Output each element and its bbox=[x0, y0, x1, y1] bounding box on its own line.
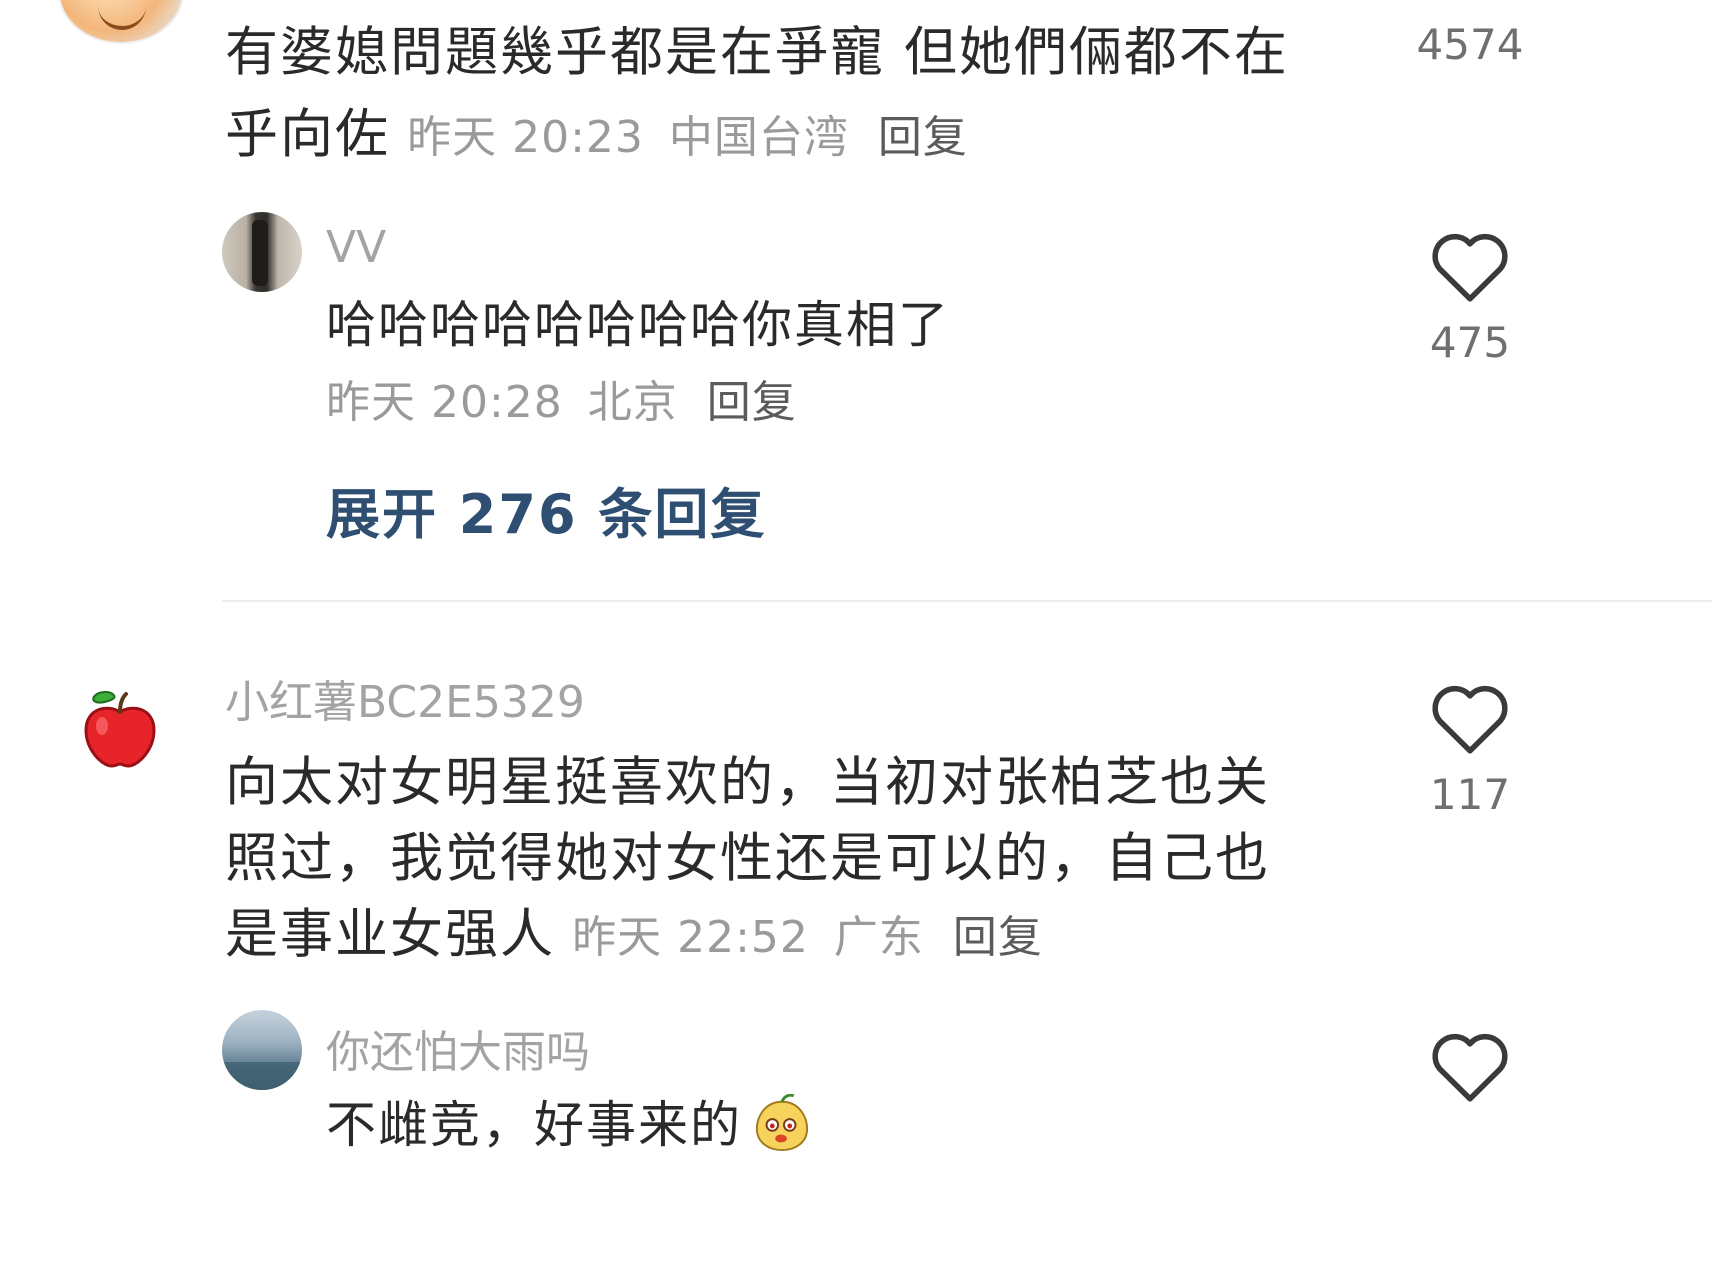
reply-vv-reply-button[interactable]: 回复 bbox=[707, 377, 797, 428]
comment-2-time: 昨天 22:52 bbox=[572, 912, 809, 963]
reply-rain-line: 不雌竞，好事来的 bbox=[326, 1090, 811, 1160]
comment-2-text-line2: 照过，我觉得她对女性还是可以的，自己也 bbox=[225, 828, 1270, 889]
comment-1-time: 昨天 20:23 bbox=[407, 112, 644, 163]
comment-1-text-line1: 有婆媳問題幾乎都是在爭寵 但她們倆都不在 bbox=[225, 22, 1289, 83]
heart-outline-icon[interactable] bbox=[1428, 1028, 1512, 1104]
comment-2-text-line3: 是事业女强人 bbox=[225, 904, 555, 965]
expand-replies-link[interactable]: 展开 276 条回复 bbox=[326, 470, 766, 549]
reply-rain-username[interactable]: 你还怕大雨吗 bbox=[326, 1016, 590, 1080]
comment-2-location: 广东 bbox=[833, 912, 924, 963]
comment-1-meta: 昨天 20:23 中国台湾 回复 bbox=[407, 112, 968, 163]
comment-2-like-count: 117 bbox=[1429, 770, 1511, 819]
avatar-comment-1[interactable] bbox=[58, 0, 184, 44]
avatar-reply-vv[interactable] bbox=[222, 212, 302, 292]
comment-2-reply-button[interactable]: 回复 bbox=[953, 912, 1043, 963]
avatar-horizon bbox=[222, 1062, 302, 1090]
reply-vv-time: 昨天 20:28 bbox=[326, 377, 563, 428]
avatar-reply-rain[interactable] bbox=[222, 1010, 302, 1090]
comment-2-meta: 昨天 22:52 广东 回复 bbox=[572, 912, 1043, 963]
reply-vv-text: 哈哈哈哈哈哈哈哈你真相了 bbox=[326, 296, 950, 354]
reply-vv-meta: 昨天 20:28 北京 回复 bbox=[326, 366, 797, 430]
comment-1-text-line2: 乎向佐 bbox=[225, 104, 390, 165]
reply-vv-like-count: 475 bbox=[1429, 318, 1511, 367]
comment-1-reply-button[interactable]: 回复 bbox=[878, 112, 968, 163]
avatar-figure bbox=[252, 220, 268, 286]
heart-outline-icon[interactable] bbox=[1428, 680, 1512, 756]
comment-1-like-count: 4574 bbox=[1416, 20, 1524, 69]
comment-2-line3: 是事业女强人 昨天 22:52 广东 回复 bbox=[225, 892, 1043, 978]
reply-rain-text: 不雌竞，好事来的 bbox=[326, 1096, 742, 1154]
comment-1-line2: 乎向佐 昨天 20:23 中国台湾 回复 bbox=[225, 92, 968, 178]
comment-1-location: 中国台湾 bbox=[668, 112, 849, 163]
heart-outline-icon[interactable] bbox=[1428, 228, 1512, 304]
avatar-smile bbox=[98, 6, 146, 30]
comment-2-username[interactable]: 小红薯BC2E5329 bbox=[225, 666, 585, 730]
peach-face-emoji bbox=[755, 1093, 809, 1152]
red-apple-icon[interactable] bbox=[80, 688, 160, 768]
comment-2-text-line1: 向太对女明星挺喜欢的，当初对张柏芝也关 bbox=[225, 752, 1270, 813]
reply-vv-username[interactable]: VV bbox=[326, 222, 386, 273]
comment-divider bbox=[222, 600, 1712, 602]
reply-vv-location: 北京 bbox=[587, 377, 678, 428]
